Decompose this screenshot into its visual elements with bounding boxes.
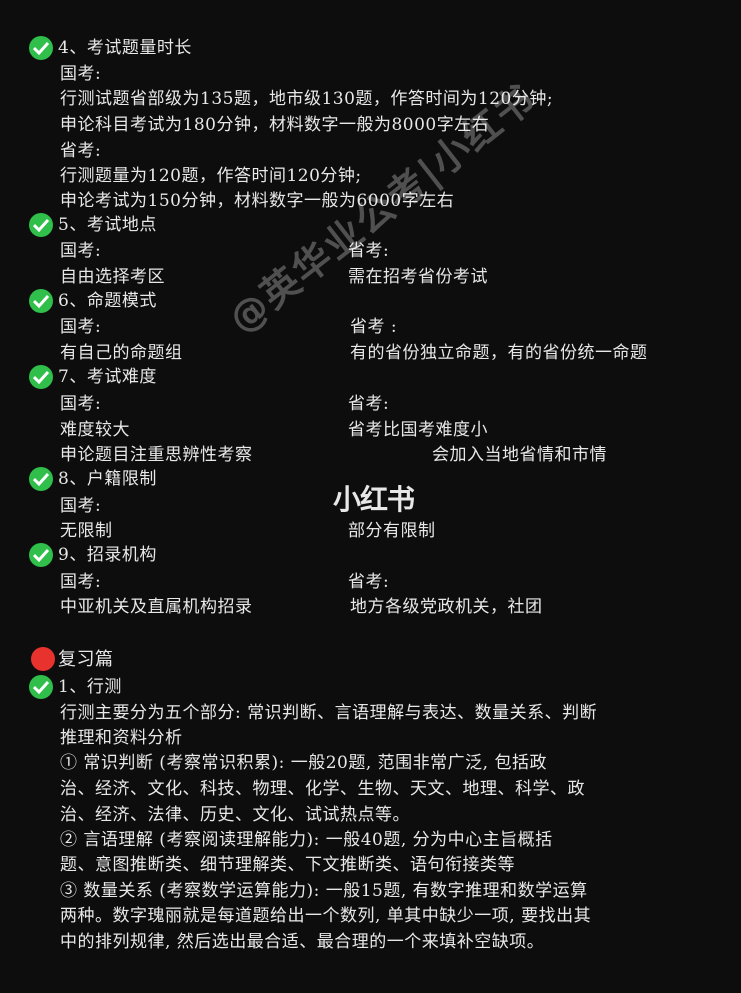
text-line: 部分有限制 [348, 521, 436, 541]
text-line: 申论题目注重思辨性考察 [60, 445, 253, 465]
section-9-title: 9、招录机构 [58, 545, 157, 565]
text-line: 中的排列规律, 然后选出最合适、最合理的一个来填补空缺项。 [60, 932, 545, 952]
text-line: ② 言语理解 (考察阅读理解能力): 一般40题, 分为中心主旨概括 [60, 830, 553, 850]
guokao-label: 国考: [60, 394, 102, 414]
text-line: 自由选择考区 [60, 267, 165, 287]
shengkao-label: 省考 : [350, 317, 398, 337]
text-line: 需在招考省份考试 [348, 267, 488, 287]
text-line: 会加入当地省情和市情 [432, 445, 607, 465]
section-6-title: 6、命题模式 [58, 291, 157, 311]
text-line: 中亚机关及直属机构招录 [60, 597, 253, 617]
shengkao-label: 省考: [348, 394, 390, 414]
text-line: 治、经济、文化、科技、物理、化学、生物、天文、地理、科学、政 [60, 779, 585, 799]
section-7-title: 7、考试难度 [58, 367, 157, 387]
text-line: 无限制 [60, 521, 113, 541]
guokao-label: 国考: [60, 241, 102, 261]
text-line: 行测题量为120题，作答时间120分钟; [60, 166, 362, 186]
text-line: ① 常识判断 (考察常识积累): 一般20题, 范围非常广泛, 包括政 [60, 753, 547, 773]
text-line: 行测主要分为五个部分: 常识判断、言语理解与表达、数量关系、判断 [60, 703, 598, 723]
review-subtitle: 1、行测 [58, 677, 122, 697]
text-line: 题、意图推断类、细节理解类、下文推断类、语句衔接类等 [60, 855, 515, 875]
text-line: 推理和资料分析 [60, 728, 183, 748]
xiaohongshu-logo: 小红书 [333, 483, 415, 516]
section-4-title: 4、考试题量时长 [58, 38, 192, 58]
check-circle-icon [29, 289, 53, 313]
text-line: 有自己的命题组 [60, 343, 183, 363]
text-line: 有的省份独立命题，有的省份统一命题 [350, 343, 648, 363]
text-line: 省考比国考难度小 [348, 420, 488, 440]
check-circle-icon [29, 543, 53, 567]
text-line: 地方各级党政机关，社团 [350, 597, 543, 617]
red-circle-icon [31, 647, 55, 671]
check-circle-icon [29, 365, 53, 389]
check-circle-icon [29, 467, 53, 491]
check-circle-icon [29, 213, 53, 237]
text-line: 国考: [60, 64, 102, 84]
guokao-label: 国考: [60, 572, 102, 592]
text-line: 难度较大 [60, 420, 130, 440]
review-title: 复习篇 [58, 649, 114, 670]
check-circle-icon [29, 675, 53, 699]
text-line: 省考: [60, 141, 102, 161]
section-5-title: 5、考试地点 [58, 215, 157, 235]
shengkao-label: 省考: [348, 572, 390, 592]
text-line: ③ 数量关系 (考察数学运算能力): 一般15题, 有数字推理和数学运算 [60, 881, 588, 901]
guokao-label: 国考: [60, 317, 102, 337]
section-8-title: 8、户籍限制 [58, 469, 157, 489]
guokao-label: 国考: [60, 496, 102, 516]
text-line: 治、经济、法律、历史、文化、试试热点等。 [60, 805, 410, 825]
check-circle-icon [29, 36, 53, 60]
text-line: 申论科目考试为180分钟，材料数字一般为8000字左右 [60, 115, 490, 135]
text-line: 两种。数字瑰丽就是每道题给出一个数列, 单其中缺少一项, 要找出其 [60, 906, 592, 926]
